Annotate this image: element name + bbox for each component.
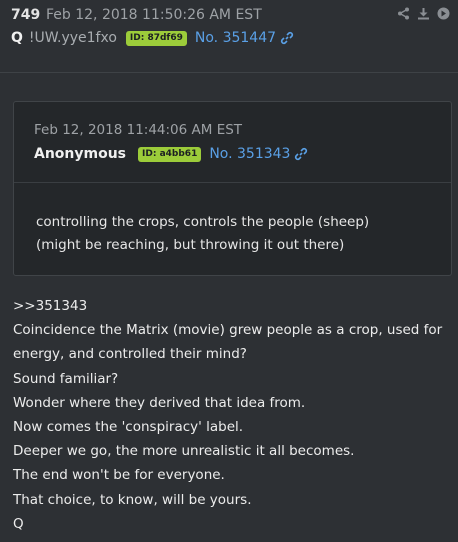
body-signature: Q xyxy=(13,515,24,532)
post-author: Q xyxy=(11,30,23,46)
body-line: Sound familiar? xyxy=(13,370,119,387)
reply-link[interactable]: >>351343 xyxy=(13,294,453,318)
quoted-post-body: controlling the crops, controls the peop… xyxy=(36,211,369,257)
id-badge[interactable]: ID: 87df69 xyxy=(125,30,187,46)
post-body: >>351343 Coincidence the Matrix (movie) … xyxy=(13,294,453,536)
body-line: The end won't be for everyone. xyxy=(13,467,225,484)
quoted-divider xyxy=(14,182,451,183)
link-icon[interactable] xyxy=(280,31,294,45)
quoted-text-line: controlling the crops, controls the peop… xyxy=(36,214,370,230)
quoted-post-author: Anonymous xyxy=(34,146,127,162)
quoted-text-line: (might be reaching, but throwing it out … xyxy=(36,237,345,253)
download-icon[interactable] xyxy=(416,6,430,20)
body-line: Wonder where they derived that idea from… xyxy=(13,394,306,411)
quoted-id-badge[interactable]: ID: a4bb61 xyxy=(138,146,202,162)
body-line: Coincidence the Matrix (movie) grew peop… xyxy=(13,322,443,339)
link-icon[interactable] xyxy=(294,147,308,161)
body-line: That choice, to know, will be yours. xyxy=(13,491,252,508)
body-line: energy, and controlled their mind? xyxy=(13,346,247,363)
quoted-post-date: Feb 12, 2018 11:44:06 AM EST xyxy=(34,122,243,138)
quoted-post-number-link[interactable]: No. 351343 xyxy=(209,146,290,162)
share-icon[interactable] xyxy=(396,6,410,20)
arrow-right-icon[interactable] xyxy=(436,6,450,20)
post-date: Feb 12, 2018 11:50:26 AM EST xyxy=(46,7,262,23)
post-meta: Q !UW.yye1fxo ID: 87df69 No. 351447 xyxy=(11,30,294,46)
post-header: 749 Feb 12, 2018 11:50:26 AM EST Q !UW.y… xyxy=(0,0,458,73)
post-tripcode: !UW.yye1fxo xyxy=(28,30,117,46)
quoted-post-meta: Anonymous ID: a4bb61 No. 351343 xyxy=(34,146,308,162)
body-line: Now comes the 'conspiracy' label. xyxy=(13,419,244,436)
post-number-link[interactable]: No. 351447 xyxy=(195,30,276,46)
post-number: 749 xyxy=(11,7,41,23)
quoted-post: Feb 12, 2018 11:44:06 AM EST Anonymous I… xyxy=(13,101,452,276)
post-actions xyxy=(396,6,450,20)
body-line: Deeper we go, the more unrealistic it al… xyxy=(13,443,355,460)
